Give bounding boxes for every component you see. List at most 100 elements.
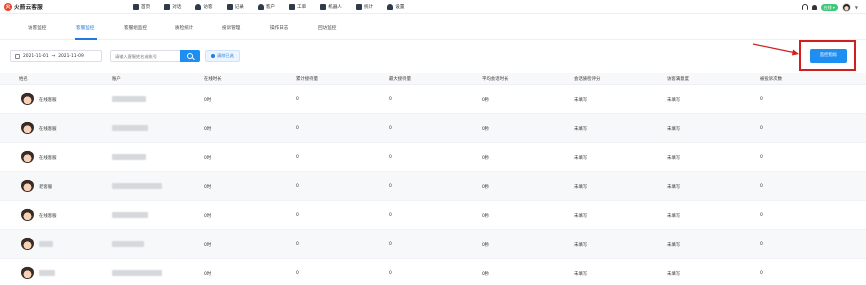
- clear-selection-button[interactable]: 清除已选: [205, 50, 240, 62]
- col-online-time[interactable]: 在线时长: [204, 76, 222, 82]
- agent-avatar: [21, 208, 34, 221]
- ticket-icon: [289, 4, 296, 10]
- search-button[interactable]: [180, 50, 200, 62]
- qa-score: 未填写: [574, 98, 588, 103]
- brand-logo[interactable]: 火 火箭云客服: [4, 2, 43, 12]
- date-range-picker[interactable]: 2021-11-01 → 2021-11-09: [10, 50, 102, 62]
- col-name[interactable]: 姓名: [19, 76, 28, 82]
- total-received: 0: [296, 213, 299, 218]
- home-icon: [133, 4, 139, 10]
- active-tab-indicator: [75, 38, 97, 40]
- date-separator: →: [51, 53, 56, 59]
- tab-group-monitor[interactable]: 客服组监控: [124, 25, 147, 31]
- total-received: 0: [296, 242, 299, 247]
- nav-item-records[interactable]: 记录: [226, 4, 244, 10]
- brand-name: 火箭云客服: [14, 5, 43, 11]
- agent-avatar: [21, 266, 34, 279]
- agent-name: 在线客服: [39, 156, 57, 161]
- complaints: 0: [760, 242, 763, 247]
- max-received: 0: [389, 155, 392, 160]
- qa-score: 未填写: [574, 156, 588, 161]
- nav-item-home[interactable]: 首页: [133, 4, 150, 10]
- satisfaction: 未填写: [667, 214, 681, 219]
- avg-session: 0秒: [482, 98, 490, 103]
- col-satisfaction[interactable]: 访客满意度: [667, 76, 689, 82]
- agent-name: 在线客服: [39, 127, 57, 132]
- col-avg-session[interactable]: 平均会话时长: [482, 76, 508, 82]
- max-received: 0: [389, 271, 392, 276]
- nav-item-tickets[interactable]: 工单: [289, 4, 306, 10]
- robot-icon: [320, 4, 327, 10]
- table-row[interactable]: 老客服 0时 0 0 0秒 未填写 未填写 0: [0, 172, 866, 201]
- online-time: 0时: [204, 243, 212, 248]
- table-row[interactable]: 在线客服 0时 0 0 0秒 未填写 未填写 0: [0, 143, 866, 172]
- agent-name: 在线客服: [39, 98, 57, 103]
- account-redacted: [112, 96, 146, 102]
- satisfaction: 未填写: [667, 272, 681, 277]
- col-qa-score[interactable]: 会话质检评分: [574, 76, 600, 82]
- account-redacted: [112, 270, 162, 276]
- max-received: 0: [389, 97, 392, 102]
- satisfaction: 未填写: [667, 243, 681, 248]
- table-row[interactable]: 在线客服 0时 0 0 0秒 未填写 未填写 0: [0, 85, 866, 114]
- name-redacted: [39, 270, 55, 276]
- online-time: 0时: [204, 272, 212, 277]
- qa-score: 未填写: [574, 243, 588, 248]
- avg-session: 0秒: [482, 156, 490, 161]
- annotation-arrow: [752, 43, 799, 56]
- nav-item-settings[interactable]: 设置: [387, 4, 404, 10]
- headset-icon[interactable]: [801, 4, 808, 10]
- agent-monitor-table: 姓名 账户 在线时长 累计接待量 最大接待量 平均会话时长 会话质检评分 访客满…: [0, 73, 866, 285]
- qa-score: 未填写: [574, 185, 588, 190]
- nav-item-chat[interactable]: 对话: [164, 4, 181, 10]
- logo-icon: 火: [4, 3, 12, 11]
- max-received: 0: [389, 184, 392, 189]
- total-received: 0: [296, 97, 299, 102]
- complaints: 0: [760, 155, 763, 160]
- online-time: 0时: [204, 156, 212, 161]
- avg-session: 0秒: [482, 272, 490, 277]
- tab-qa-stats[interactable]: 质检统计: [175, 25, 193, 31]
- tab-agent-monitor[interactable]: 客服监控: [76, 25, 94, 31]
- table-row[interactable]: 在线客服 0时 0 0 0秒 未填写 未填写 0: [0, 201, 866, 230]
- tab-operation-log[interactable]: 操作日志: [270, 25, 288, 31]
- agent-search-input[interactable]: [110, 50, 180, 62]
- header-tools: 在线 ▾ ▼: [801, 1, 858, 13]
- complaints: 0: [760, 213, 763, 218]
- max-received: 0: [389, 213, 392, 218]
- complaints: 0: [760, 271, 763, 276]
- tab-complaints[interactable]: 投诉管理: [222, 25, 240, 31]
- satisfaction: 未填写: [667, 185, 681, 190]
- gear-icon: [211, 54, 215, 58]
- table-row[interactable]: 0时 0 0 0秒 未填写 未填写 0: [0, 230, 866, 259]
- avg-session: 0秒: [482, 243, 490, 248]
- chevron-down-icon[interactable]: ▼: [855, 5, 858, 10]
- nav-item-customers[interactable]: 客户: [257, 4, 275, 10]
- qa-score: 未填写: [574, 272, 588, 277]
- col-max-received[interactable]: 最大接待量: [389, 76, 411, 82]
- nav-item-visitors[interactable]: 访客: [195, 4, 213, 10]
- nav-item-stats[interactable]: 统计: [356, 4, 373, 10]
- account-redacted: [112, 212, 148, 218]
- calendar-icon: [15, 53, 20, 59]
- table-row[interactable]: 在线客服 0时 0 0 0秒 未填写 未填写 0: [0, 114, 866, 143]
- settings-icon: [387, 4, 394, 10]
- col-complaints[interactable]: 被投诉次数: [760, 76, 782, 82]
- tab-visitor-monitor[interactable]: 访客监控: [28, 25, 46, 31]
- agent-avatar: [21, 179, 34, 192]
- online-time: 0时: [204, 127, 212, 132]
- filter-bar: 2021-11-01 → 2021-11-09 清除已选: [10, 49, 240, 63]
- table-row[interactable]: 0时 0 0 0秒 未填写 未填写 0: [0, 259, 866, 285]
- col-account[interactable]: 账户: [112, 76, 121, 82]
- nav-item-robot[interactable]: 机器人: [320, 4, 342, 10]
- account-redacted: [112, 154, 146, 160]
- col-total-received[interactable]: 累计接待量: [296, 76, 318, 82]
- status-toggle[interactable]: 在线 ▾: [820, 3, 838, 11]
- monitor-metrics-button[interactable]: 监控指标: [810, 49, 847, 63]
- complaints: 0: [760, 184, 763, 189]
- user-avatar[interactable]: [841, 2, 851, 12]
- bell-icon[interactable]: [811, 4, 817, 10]
- tab-revisit-monitor[interactable]: 回访监控: [318, 25, 336, 31]
- agent-name: 在线客服: [39, 214, 57, 219]
- monitor-tabs: 访客监控 客服监控 客服组监控 质检统计 投诉管理 操作日志 回访监控: [0, 14, 866, 40]
